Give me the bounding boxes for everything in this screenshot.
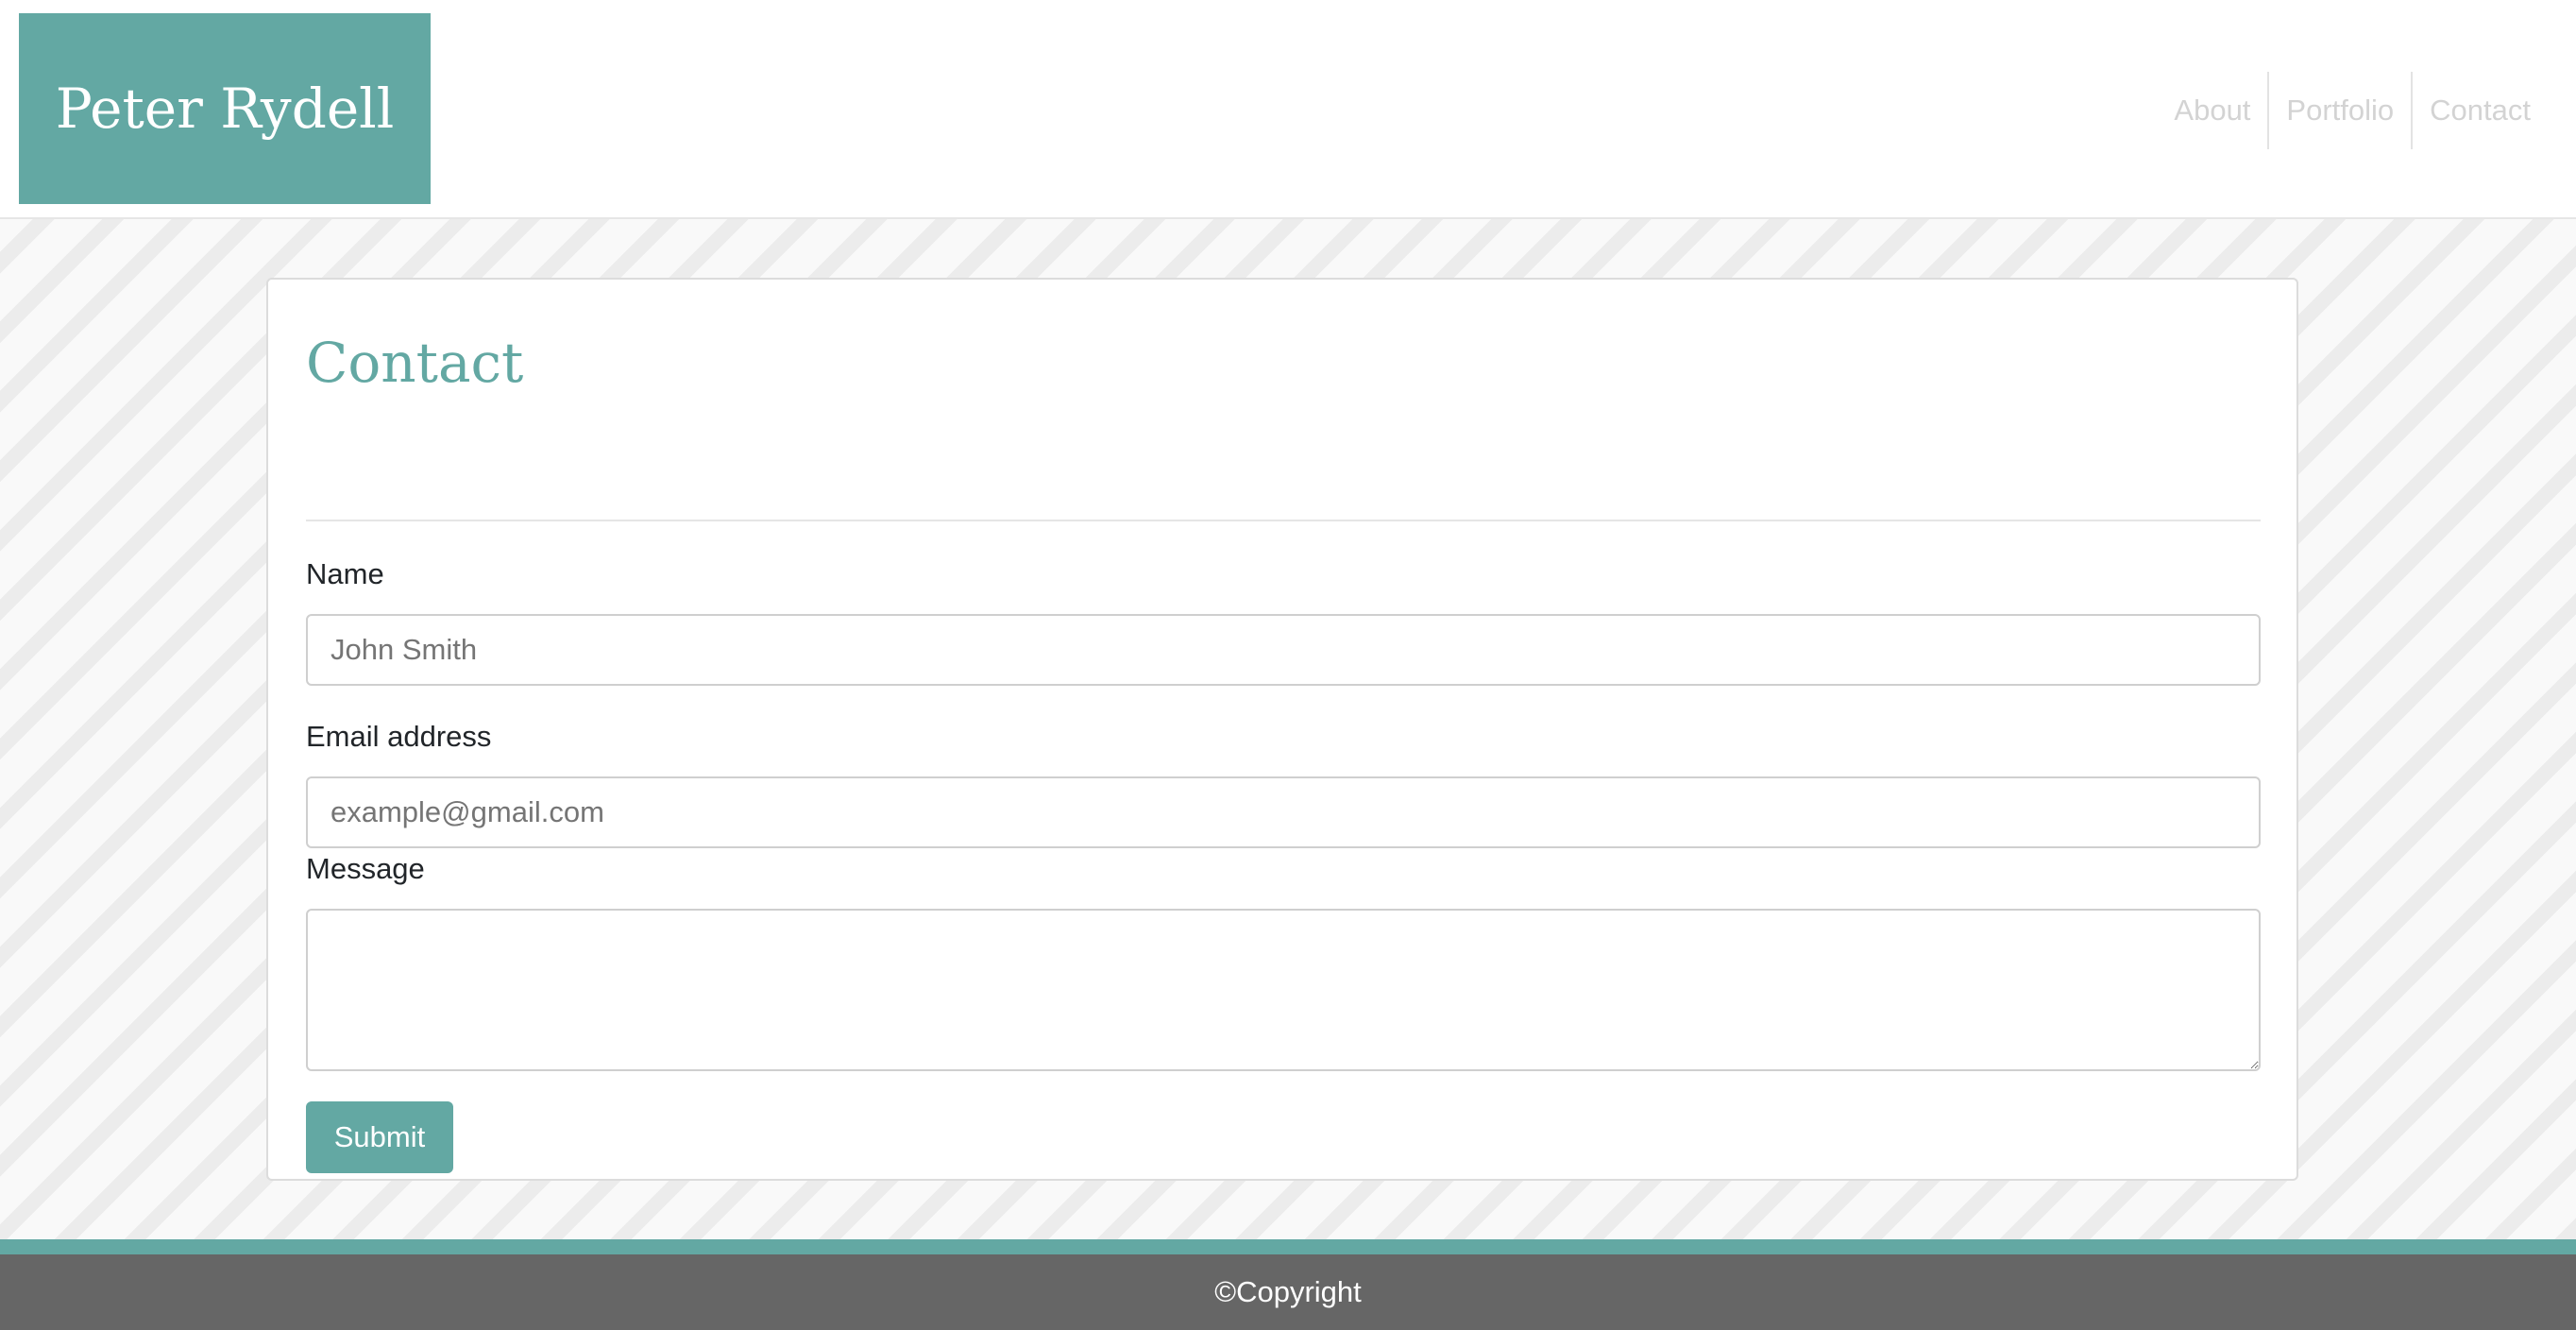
name-input[interactable]: [306, 614, 2261, 686]
main-content: Contact Name Email address Message Submi…: [0, 219, 2576, 1239]
copyright-text: ©Copyright: [1214, 1275, 1362, 1308]
site-footer: ©Copyright: [0, 1254, 2576, 1330]
nav-link-portfolio[interactable]: Portfolio: [2269, 72, 2411, 149]
footer-accent-bar: [0, 1239, 2576, 1254]
email-label: Email address: [306, 720, 492, 753]
title-divider: [306, 520, 2261, 521]
main-nav: About Portfolio Contact: [2157, 72, 2576, 149]
site-logo[interactable]: Peter Rydell: [19, 13, 431, 204]
email-input[interactable]: [306, 776, 2261, 848]
nav-link-about[interactable]: About: [2157, 72, 2267, 149]
site-logo-text: Peter Rydell: [55, 77, 395, 141]
message-label: Message: [306, 852, 425, 885]
message-textarea[interactable]: [306, 909, 2261, 1071]
submit-button[interactable]: Submit: [306, 1101, 453, 1173]
contact-card: Contact Name Email address Message Submi…: [266, 278, 2298, 1181]
name-label: Name: [306, 557, 384, 590]
page-title: Contact: [306, 331, 524, 395]
nav-link-contact[interactable]: Contact: [2413, 72, 2576, 149]
site-header: Peter Rydell About Portfolio Contact: [0, 0, 2576, 219]
